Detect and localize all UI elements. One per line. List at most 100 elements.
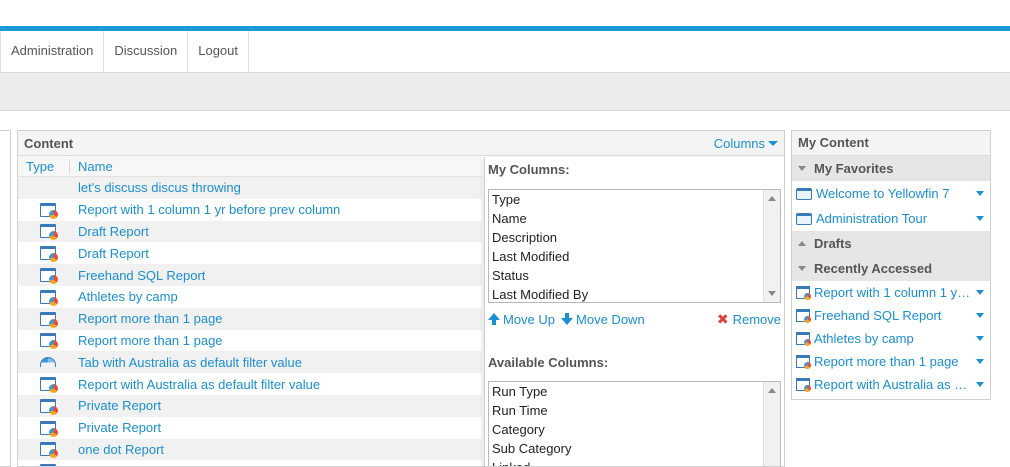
table-header: Type Name bbox=[18, 156, 482, 177]
item-name-link[interactable]: Private Report bbox=[78, 398, 161, 413]
scrollbar[interactable] bbox=[763, 382, 780, 466]
type-cell bbox=[18, 333, 78, 350]
my-content-item-label[interactable]: Report more than 1 page bbox=[814, 354, 972, 369]
table-row[interactable]: let's discuss discus throwing bbox=[18, 177, 482, 199]
content-panel: Content Columns Type Name let's discuss … bbox=[17, 130, 785, 467]
chevron-down-icon[interactable] bbox=[976, 313, 984, 318]
content-panel-header: Content Columns bbox=[18, 131, 784, 156]
available-column-option[interactable]: Sub Category bbox=[489, 439, 780, 458]
type-cell bbox=[18, 377, 78, 394]
my-column-option[interactable]: Last Modified bbox=[489, 247, 780, 266]
table-row[interactable]: Private Report bbox=[18, 394, 482, 417]
available-columns-listbox[interactable]: Run TypeRun TimeCategorySub CategoryLink… bbox=[488, 381, 781, 466]
move-up-button[interactable]: Move Up bbox=[488, 312, 555, 327]
toolbar-strip bbox=[0, 73, 1010, 111]
type-cell bbox=[18, 268, 78, 285]
item-name-link[interactable]: Freehand SQL Report bbox=[78, 268, 205, 283]
columns-button[interactable]: Columns bbox=[714, 136, 778, 151]
my-columns-label: My Columns: bbox=[488, 162, 570, 177]
my-content-item[interactable]: Report with 1 column 1 yr before prev co… bbox=[792, 281, 990, 304]
my-content-item[interactable]: Report with Australia as default filter … bbox=[792, 373, 990, 396]
table-row[interactable]: Report with 1 column 1 yr before prev co… bbox=[18, 198, 482, 221]
item-name-link[interactable]: Private Report bbox=[78, 420, 161, 435]
my-content-item-label[interactable]: Freehand SQL Report bbox=[814, 308, 972, 323]
my-content-item-label[interactable]: Administration Tour bbox=[816, 211, 972, 226]
chevron-down-icon[interactable] bbox=[976, 382, 984, 387]
chevron-down-icon bbox=[798, 266, 806, 271]
my-columns-listbox[interactable]: Type Name Description Last Modified Status La… bbox=[488, 189, 781, 303]
item-name-link[interactable]: Athletes by camp bbox=[78, 289, 178, 304]
my-content-item-label[interactable]: Report with 1 column 1 yr before prev co… bbox=[814, 285, 972, 300]
table-row[interactable]: Freehand SQL Report bbox=[18, 264, 482, 286]
nav-administration[interactable]: Administration bbox=[0, 31, 105, 72]
available-column-option[interactable]: Linked bbox=[489, 458, 780, 466]
my-column-option[interactable]: Type bbox=[489, 190, 780, 209]
table-row[interactable]: Draft Report bbox=[18, 220, 482, 243]
my-column-option[interactable]: Name bbox=[489, 209, 780, 228]
table-row[interactable]: Private Report bbox=[18, 416, 482, 439]
arrow-up-icon bbox=[488, 313, 500, 325]
item-name-link[interactable]: one dot Report bbox=[78, 442, 164, 457]
my-content-item-label[interactable]: Welcome to Yellowfin 7 bbox=[816, 186, 972, 201]
chevron-down-icon[interactable] bbox=[976, 336, 984, 341]
my-content-item[interactable]: Athletes by camp bbox=[792, 327, 990, 350]
table-row[interactable]: Tab with Australia as default filter val… bbox=[18, 351, 482, 374]
column-header-name[interactable]: Name bbox=[70, 159, 482, 174]
table-row[interactable]: Report with Australia as default filter … bbox=[18, 373, 482, 395]
chevron-down-icon[interactable] bbox=[976, 359, 984, 364]
nav-logout[interactable]: Logout bbox=[188, 31, 249, 72]
remove-button[interactable]: ✖ Remove bbox=[717, 312, 781, 327]
section-recently-accessed[interactable]: Recently Accessed bbox=[792, 256, 990, 281]
section-label: Recently Accessed bbox=[814, 261, 933, 276]
section-drafts[interactable]: Drafts bbox=[792, 231, 990, 256]
move-down-label: Move Down bbox=[576, 311, 645, 327]
available-column-option[interactable]: Run Type bbox=[489, 382, 780, 401]
scroll-down-icon[interactable] bbox=[768, 291, 776, 296]
report-icon bbox=[796, 378, 811, 392]
chevron-down-icon[interactable] bbox=[976, 216, 984, 221]
report-icon bbox=[40, 398, 58, 415]
my-content-item-label[interactable]: Report with Australia as default filter … bbox=[814, 377, 972, 392]
my-column-option[interactable]: Status bbox=[489, 266, 780, 285]
left-panel-edge bbox=[0, 130, 11, 467]
item-name-link[interactable]: Report more than 1 page bbox=[78, 333, 223, 348]
scroll-up-icon[interactable] bbox=[768, 388, 776, 393]
item-name-link[interactable]: let's discuss discus throwing bbox=[78, 180, 241, 195]
chevron-down-icon[interactable] bbox=[976, 290, 984, 295]
report-icon bbox=[40, 377, 58, 394]
report-icon bbox=[40, 333, 58, 350]
item-name-link[interactable]: Draft Report bbox=[78, 246, 149, 261]
my-content-item[interactable]: Freehand SQL Report bbox=[792, 304, 990, 327]
available-column-option[interactable]: Category bbox=[489, 420, 780, 439]
my-content-item-label[interactable]: Athletes by camp bbox=[814, 331, 972, 346]
my-content-title: My Content bbox=[792, 131, 990, 156]
available-column-option[interactable]: Run Time bbox=[489, 401, 780, 420]
chevron-down-icon[interactable] bbox=[976, 191, 984, 196]
report-icon bbox=[796, 355, 811, 369]
item-name-link[interactable]: Report more than 1 page bbox=[78, 311, 223, 326]
my-column-option[interactable]: Last Modified By bbox=[489, 285, 780, 302]
my-content-item[interactable]: Administration Tour bbox=[792, 206, 990, 231]
item-name-link[interactable]: Report with 1 column 1 yr before prev co… bbox=[78, 202, 340, 217]
column-header-type[interactable]: Type bbox=[18, 158, 70, 174]
item-name-link[interactable]: Tab with Australia as default filter val… bbox=[78, 355, 302, 370]
scrollbar[interactable] bbox=[763, 190, 780, 302]
item-name-link[interactable]: Draft Report bbox=[78, 224, 149, 239]
table-row[interactable]: Athletes by camp bbox=[18, 285, 482, 308]
move-down-button[interactable]: Move Down bbox=[561, 312, 645, 327]
my-content-panel: My Content My Favorites Welcome to Yello… bbox=[791, 130, 991, 400]
table-row[interactable]: one dot Report bbox=[18, 438, 482, 461]
table-row[interactable]: Data Slider Drill Through bbox=[18, 460, 482, 466]
close-icon: ✖ bbox=[716, 311, 729, 327]
table-row[interactable]: Draft Report bbox=[18, 242, 482, 265]
scroll-up-icon[interactable] bbox=[768, 196, 776, 201]
item-name-link[interactable]: Report with Australia as default filter … bbox=[78, 377, 320, 392]
section-my-favorites[interactable]: My Favorites bbox=[792, 156, 990, 181]
nav-discussion[interactable]: Discussion bbox=[104, 31, 189, 72]
my-content-item[interactable]: Report more than 1 page bbox=[792, 350, 990, 373]
table-row[interactable]: Report more than 1 page bbox=[18, 329, 482, 352]
table-row[interactable]: Report more than 1 page bbox=[18, 307, 482, 330]
report-icon bbox=[40, 268, 58, 285]
my-content-item[interactable]: Welcome to Yellowfin 7 bbox=[792, 181, 990, 206]
my-column-option[interactable]: Description bbox=[489, 228, 780, 247]
